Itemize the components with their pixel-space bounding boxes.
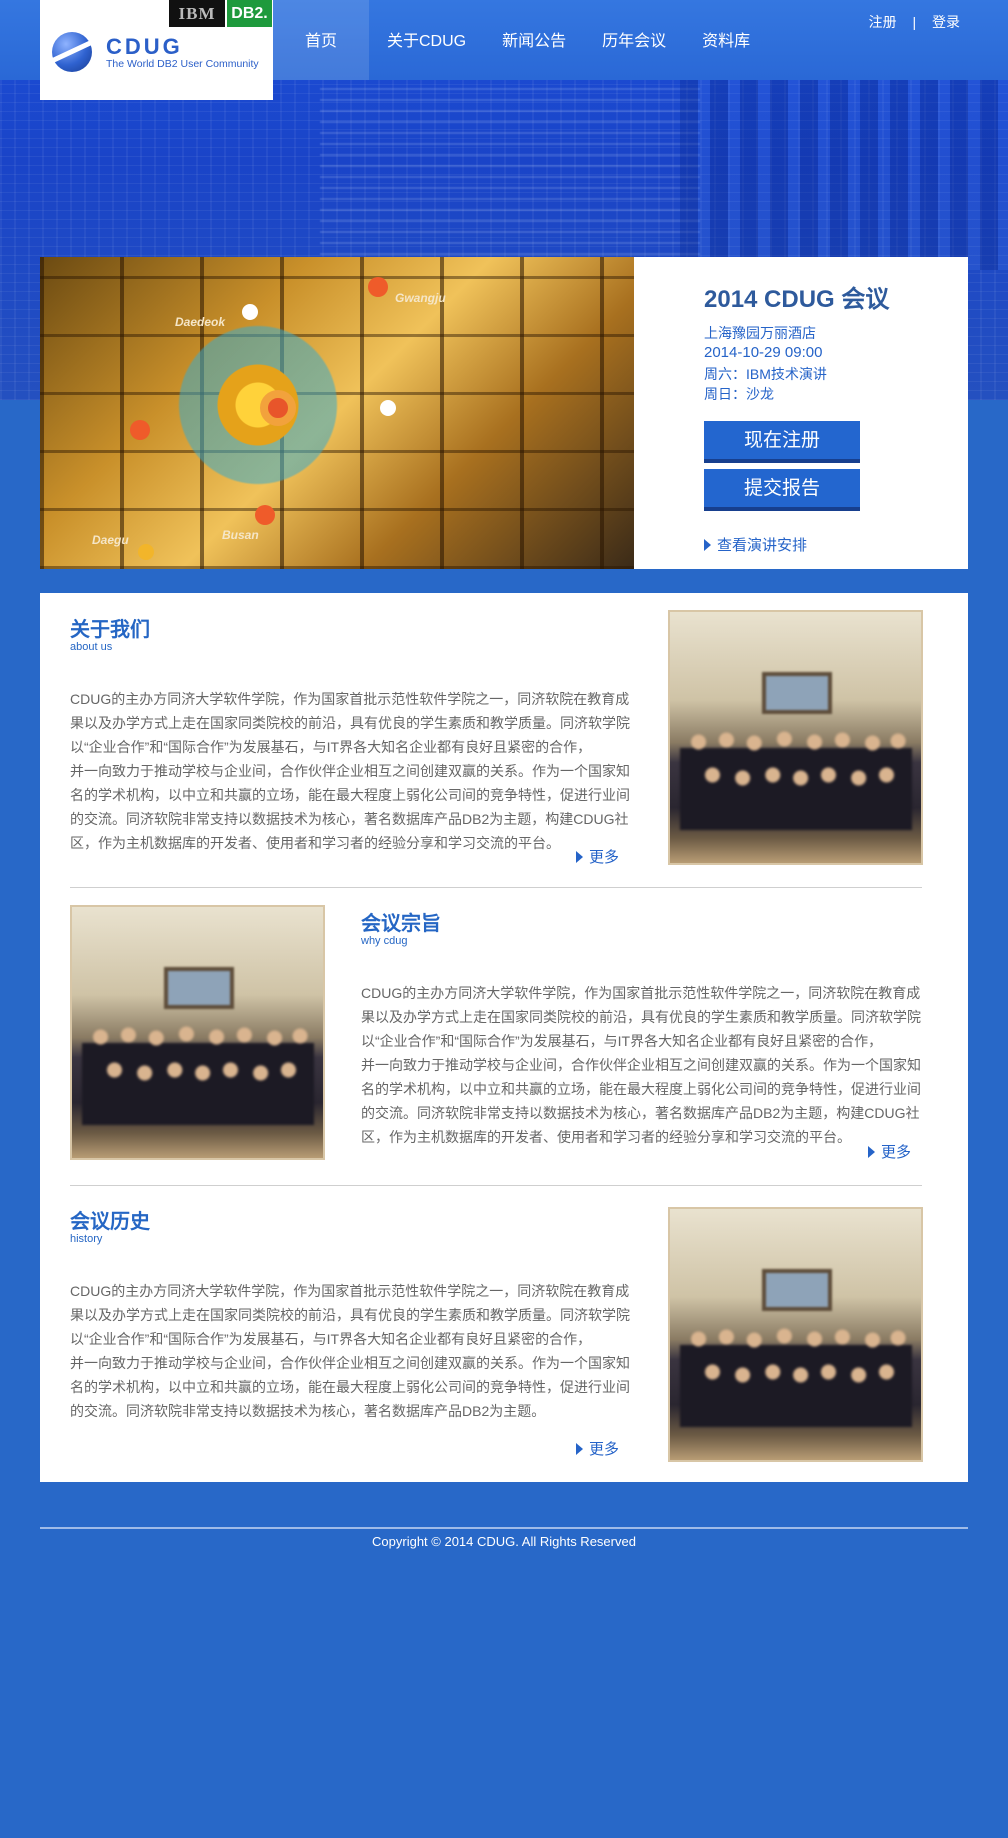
text-line: CDUG的主办方同济大学软件学院，作为国家首批示范性软件学院之一，同济软院在教育… — [361, 985, 921, 1001]
text-line: 的交流。同济软院非常支持以数据技术为核心，著名数据库产品DB2为主题。 — [70, 1403, 546, 1419]
text-line: 果以及办学方式上走在国家同类院校的前沿，具有优良的学生素质和教学质量。同济软学院 — [70, 1307, 630, 1323]
map-dot — [138, 544, 154, 560]
ibm-logo: IBM — [169, 0, 225, 27]
code-texture — [320, 85, 700, 255]
globe-icon — [52, 32, 92, 72]
content-panel: 关于我们 about us CDUG的主办方同济大学软件学院，作为国家首批示范性… — [40, 593, 968, 1482]
photo-crowd — [680, 1327, 912, 1427]
photo-crowd — [82, 1025, 314, 1125]
section-body-why: CDUG的主办方同济大学软件学院，作为国家首批示范性软件学院之一，同济软院在教育… — [361, 981, 931, 1149]
db2-logo: DB2. — [227, 0, 272, 27]
photo-crowd — [680, 730, 912, 830]
logo-title: CDUG — [106, 34, 183, 59]
schedule-link[interactable]: 查看演讲安排 — [704, 534, 807, 555]
section-divider — [70, 887, 922, 888]
text-line: CDUG的主办方同济大学软件学院，作为国家首批示范性软件学院之一，同济软院在教育… — [70, 691, 630, 707]
conference-title: 2014 CDUG 会议 — [704, 286, 890, 313]
city-label: Busan — [222, 528, 259, 542]
auth-links: 注册 | 登录 — [863, 12, 966, 32]
text-line: 以“企业合作”和“国际合作”为发展基石，与IT界各大知名企业都有良好且紧密的合作… — [70, 1331, 592, 1347]
group-photo — [70, 905, 325, 1160]
more-label: 更多 — [589, 849, 620, 866]
city-label: Gwangju — [395, 291, 446, 305]
nav-home[interactable]: 首页 — [273, 0, 369, 80]
register-link[interactable]: 注册 — [869, 14, 897, 30]
city-label: Daedeok — [175, 315, 226, 329]
triangle-right-icon — [576, 1443, 583, 1455]
text-line: 名的学术机构，以中立和共赢的立场，能在最大程度上弱化公司间的竞争特性，促进行业间 — [70, 787, 630, 803]
section-title-about: 关于我们 — [70, 619, 150, 641]
text-line: 名的学术机构，以中立和共赢的立场，能在最大程度上弱化公司间的竞争特性，促进行业间 — [70, 1379, 630, 1395]
text-line: 并一向致力于推动学校与企业间，合作伙伴企业相互之间创建双赢的关系。作为一个国家知 — [361, 1057, 921, 1073]
more-label: 更多 — [881, 1144, 912, 1161]
photo-window — [164, 967, 234, 1009]
group-photo — [668, 610, 923, 865]
register-now-button[interactable]: 现在注册 — [704, 421, 860, 463]
section-divider — [70, 1185, 922, 1186]
conference-venue: 上海豫园万丽酒店 — [704, 325, 816, 341]
text-line: 名的学术机构，以中立和共赢的立场，能在最大程度上弱化公司间的竞争特性，促进行业间 — [361, 1081, 921, 1097]
map-dot — [242, 304, 258, 320]
text-line: 的交流。同济软院非常支持以数据技术为核心，著名数据库产品DB2为主题，构建CDU… — [70, 811, 629, 827]
section-body-history: CDUG的主办方同济大学软件学院，作为国家首批示范性软件学院之一，同济软院在教育… — [70, 1279, 640, 1423]
footer-copyright: Copyright © 2014 CDUG. All Rights Reserv… — [372, 1534, 636, 1549]
target-graphic — [260, 390, 296, 426]
more-label: 更多 — [589, 1441, 620, 1458]
map-dot — [380, 400, 396, 416]
city-label: Daegu — [92, 533, 129, 547]
section-title-history: 会议历史 — [70, 1211, 150, 1233]
submit-report-button[interactable]: 提交报告 — [704, 469, 860, 511]
nav-resources[interactable]: 资料库 — [684, 0, 768, 80]
schedule-link-label: 查看演讲安排 — [717, 537, 808, 554]
text-line: 并一向致力于推动学校与企业间，合作伙伴企业相互之间创建双赢的关系。作为一个国家知 — [70, 763, 630, 779]
nav-about[interactable]: 关于CDUG — [369, 0, 484, 80]
triangle-right-icon — [576, 851, 583, 863]
more-link-history[interactable]: 更多 — [576, 1438, 619, 1459]
text-line: 果以及办学方式上走在国家同类院校的前沿，具有优良的学生素质和教学质量。同济软学院 — [361, 1009, 921, 1025]
triangle-right-icon — [704, 539, 711, 551]
map-dot — [130, 420, 150, 440]
login-link[interactable]: 登录 — [932, 14, 960, 30]
main-nav: 首页 关于CDUG 新闻公告 历年会议 资料库 — [273, 0, 768, 80]
map-dot — [255, 505, 275, 525]
more-link-about[interactable]: 更多 — [576, 846, 619, 867]
conference-datetime: 2014-10-29 09:00 — [704, 344, 823, 361]
group-photo — [668, 1207, 923, 1462]
photo-window — [762, 1269, 832, 1311]
text-line: 果以及办学方式上走在国家同类院校的前沿，具有优良的学生素质和教学质量。同济软学院 — [70, 715, 630, 731]
nav-news[interactable]: 新闻公告 — [484, 0, 584, 80]
logo-subtitle: The World DB2 User Community — [106, 58, 259, 70]
text-line: 以“企业合作”和“国际合作”为发展基石，与IT界各大知名企业都有良好且紧密的合作… — [70, 739, 592, 755]
text-line: 区，作为主机数据库的开发者、使用者和学习者的经验分享和学习交流的平台。 — [361, 1129, 851, 1145]
section-subtitle-history: history — [70, 1233, 103, 1245]
triangle-right-icon — [868, 1146, 875, 1158]
section-body-about: CDUG的主办方同济大学软件学院，作为国家首批示范性软件学院之一，同济软院在教育… — [70, 687, 640, 855]
conference-banner-image: Daedeok Gwangju Daegu Busan — [40, 257, 634, 569]
map-dot — [368, 277, 388, 297]
nav-past-conferences[interactable]: 历年会议 — [584, 0, 684, 80]
text-line: 并一向致力于推动学校与企业间，合作伙伴企业相互之间创建双赢的关系。作为一个国家知 — [70, 1355, 630, 1371]
conference-saturday: 周六：IBM技术演讲 — [704, 366, 827, 382]
building-texture — [680, 70, 1008, 270]
auth-separator: | — [912, 14, 917, 30]
photo-window — [762, 672, 832, 714]
text-line: 区，作为主机数据库的开发者、使用者和学习者的经验分享和学习交流的平台。 — [70, 835, 560, 851]
section-subtitle-about: about us — [70, 641, 113, 653]
text-line: 的交流。同济软院非常支持以数据技术为核心，著名数据库产品DB2为主题，构建CDU… — [361, 1105, 920, 1121]
conference-info-panel: 2014 CDUG 会议 上海豫园万丽酒店 2014-10-29 09:00 周… — [634, 257, 968, 569]
conference-sunday: 周日：沙龙 — [704, 386, 774, 402]
section-title-why: 会议宗旨 — [361, 913, 441, 935]
text-line: CDUG的主办方同济大学软件学院，作为国家首批示范性软件学院之一，同济软院在教育… — [70, 1283, 630, 1299]
footer-divider — [40, 1527, 968, 1529]
more-link-why[interactable]: 更多 — [868, 1141, 911, 1162]
section-subtitle-why: why cdug — [361, 935, 408, 947]
text-line: 以“企业合作”和“国际合作”为发展基石，与IT界各大知名企业都有良好且紧密的合作… — [361, 1033, 883, 1049]
